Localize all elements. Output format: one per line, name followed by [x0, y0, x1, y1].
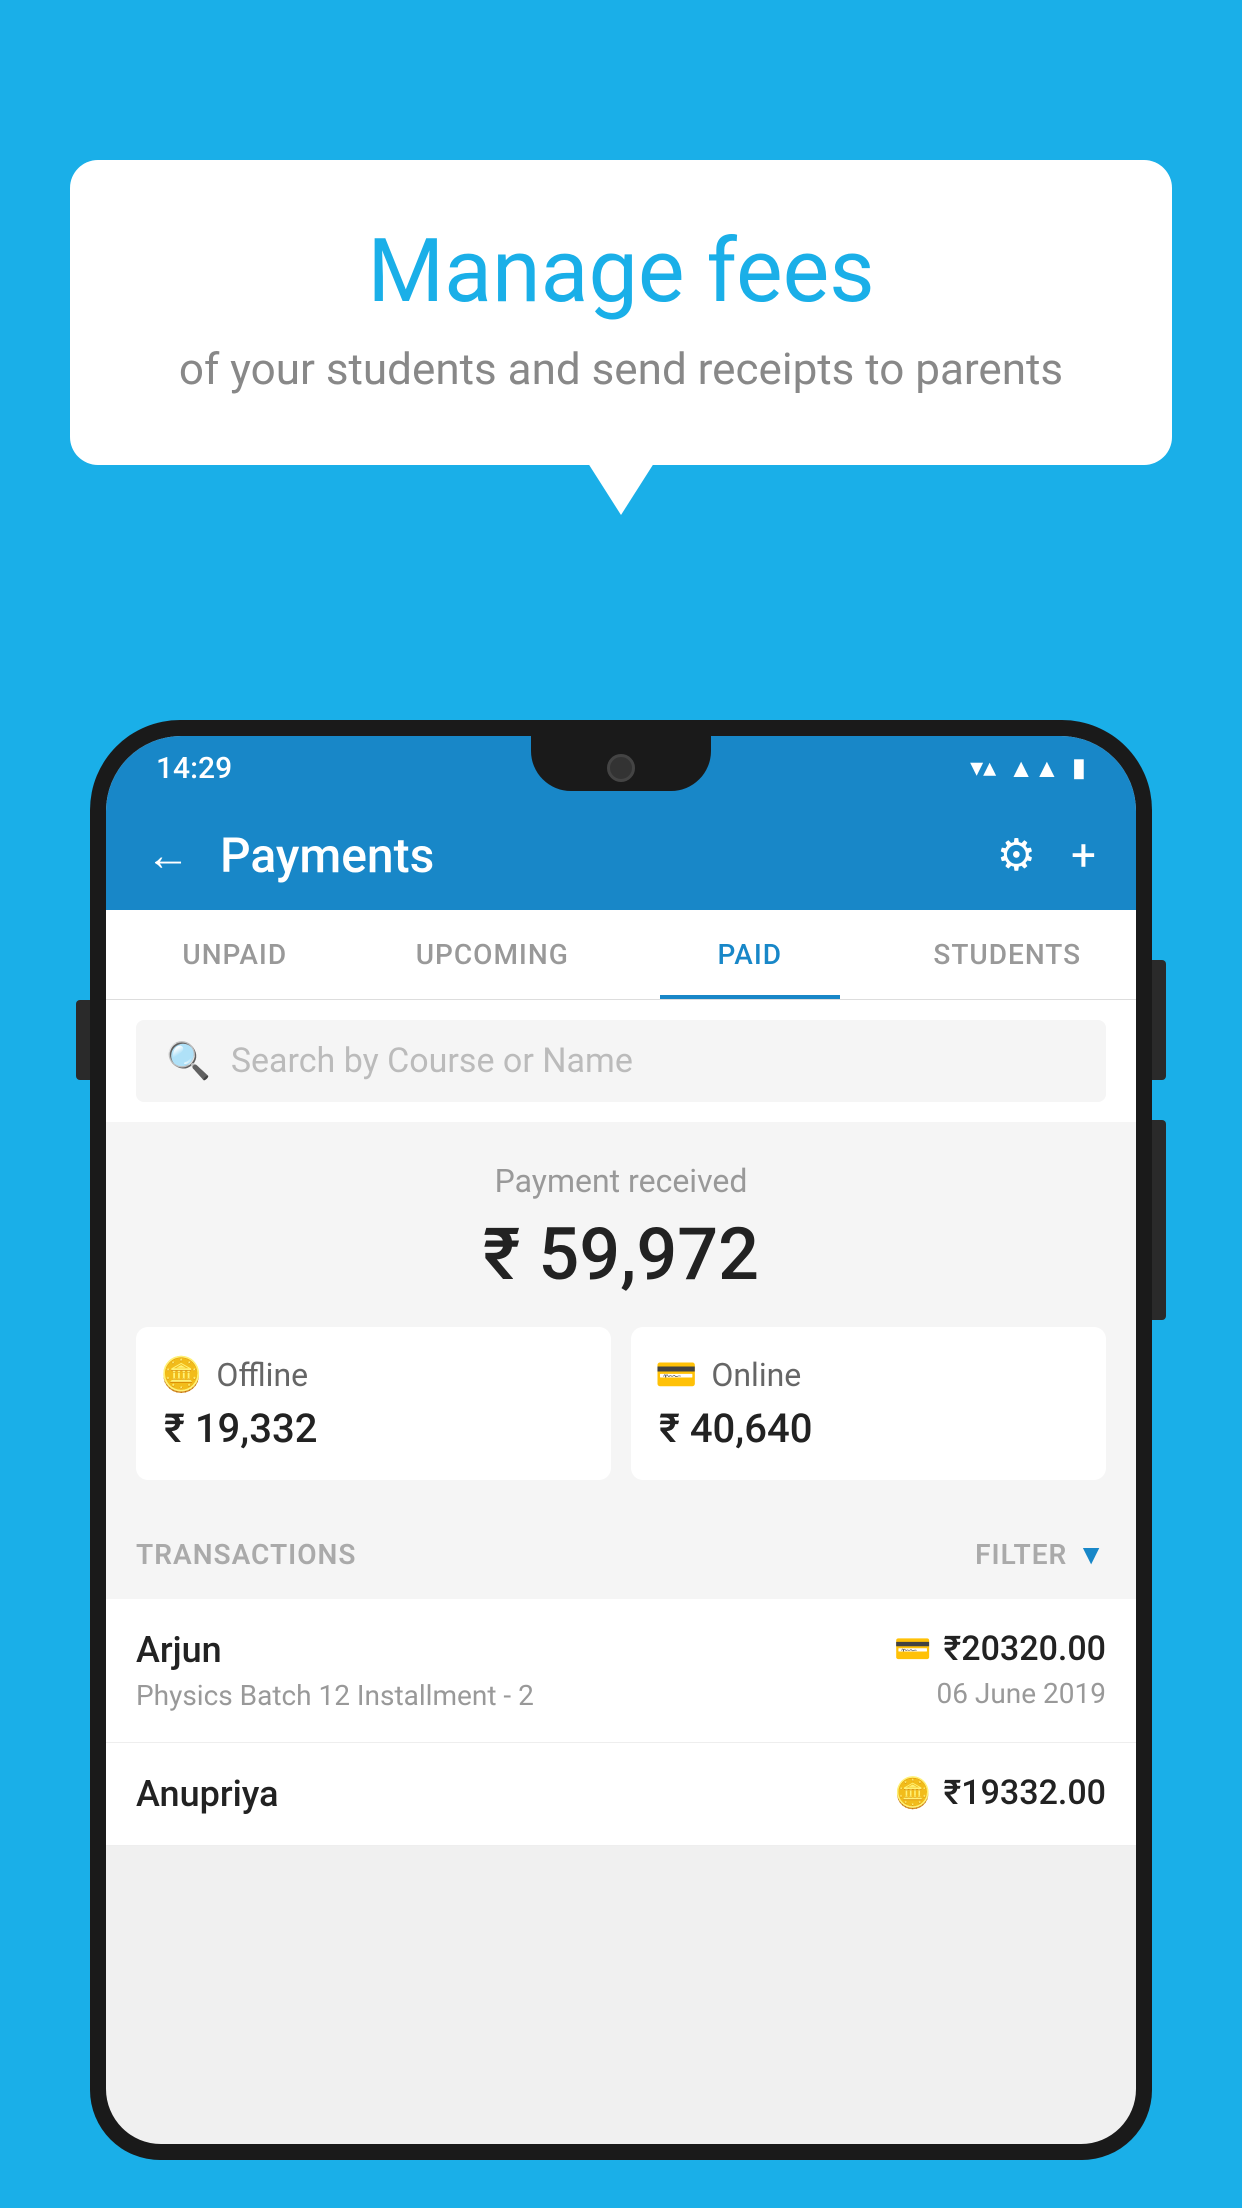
search-icon: 🔍: [166, 1040, 211, 1082]
battery-icon: ▮: [1072, 753, 1086, 783]
app-bar-left: ← Payments: [146, 827, 434, 884]
card-payment-icon: 💳: [894, 1632, 931, 1667]
speech-bubble: Manage fees of your students and send re…: [70, 160, 1172, 465]
transaction-name: Arjun: [136, 1629, 534, 1671]
wifi-icon: ▾▴: [970, 753, 996, 783]
tab-paid[interactable]: PAID: [621, 910, 879, 999]
transactions-label: TRANSACTIONS: [136, 1538, 356, 1571]
front-camera: [607, 754, 635, 782]
offline-icon: 🪙: [160, 1355, 202, 1395]
offline-label: Offline: [216, 1356, 308, 1394]
offline-card: 🪙 Offline ₹ 19,332: [136, 1327, 611, 1480]
filter-label: FILTER: [975, 1538, 1067, 1571]
search-bar[interactable]: 🔍 Search by Course or Name: [136, 1020, 1106, 1102]
payment-total-amount: ₹ 59,972: [136, 1212, 1106, 1297]
transaction-row-anupriya[interactable]: Anupriya 🪙 ₹19332.00: [106, 1743, 1136, 1846]
online-card: 💳 Online ₹ 40,640: [631, 1327, 1106, 1480]
phone-notch: [531, 736, 711, 791]
phone-mockup: 14:29 ▾▴ ▲▲ ▮ ← Payments ⚙ +: [90, 720, 1152, 2208]
payment-received-label: Payment received: [136, 1162, 1106, 1200]
power-button: [1152, 960, 1166, 1080]
transaction-name-2: Anupriya: [136, 1773, 279, 1815]
transaction-left-2: Anupriya: [136, 1773, 279, 1815]
transaction-amount: ₹20320.00: [944, 1629, 1106, 1669]
bubble-subtitle: of your students and send receipts to pa…: [140, 343, 1102, 395]
filter-icon: ▼: [1077, 1538, 1106, 1571]
transaction-row-arjun[interactable]: Arjun Physics Batch 12 Installment - 2 💳…: [106, 1599, 1136, 1743]
transaction-amount-2: ₹19332.00: [944, 1773, 1106, 1813]
transaction-date: 06 June 2019: [936, 1677, 1106, 1710]
tab-unpaid[interactable]: UNPAID: [106, 910, 364, 999]
transactions-header: TRANSACTIONS FILTER ▼: [106, 1510, 1136, 1599]
volume-button-right: [1152, 1120, 1166, 1320]
tabs-container: UNPAID UPCOMING PAID STUDENTS: [106, 910, 1136, 1000]
offline-amount: ₹ 19,332: [160, 1405, 317, 1452]
cash-payment-icon: 🪙: [894, 1776, 931, 1811]
tab-upcoming[interactable]: UPCOMING: [364, 910, 622, 999]
bubble-title: Manage fees: [140, 220, 1102, 323]
page-title: Payments: [220, 827, 434, 884]
back-button[interactable]: ←: [146, 829, 190, 881]
search-input[interactable]: Search by Course or Name: [231, 1041, 633, 1081]
transaction-detail: Physics Batch 12 Installment - 2: [136, 1679, 534, 1712]
volume-button: [76, 1000, 90, 1080]
speech-bubble-container: Manage fees of your students and send re…: [70, 160, 1172, 465]
phone-screen: 14:29 ▾▴ ▲▲ ▮ ← Payments ⚙ +: [106, 736, 1136, 2144]
app-bar-right: ⚙ +: [997, 829, 1096, 881]
filter-button[interactable]: FILTER ▼: [975, 1538, 1106, 1571]
settings-icon[interactable]: ⚙: [997, 829, 1036, 881]
online-label: Online: [711, 1356, 801, 1394]
tab-students[interactable]: STUDENTS: [879, 910, 1137, 999]
status-time: 14:29: [156, 751, 232, 786]
transaction-left: Arjun Physics Batch 12 Installment - 2: [136, 1629, 534, 1712]
transaction-right-2: 🪙 ₹19332.00: [894, 1773, 1106, 1813]
add-icon[interactable]: +: [1071, 829, 1096, 881]
transaction-right: 💳 ₹20320.00 06 June 2019: [894, 1629, 1106, 1710]
status-icons: ▾▴ ▲▲ ▮: [970, 753, 1086, 784]
search-container: 🔍 Search by Course or Name: [106, 1000, 1136, 1122]
online-amount: ₹ 40,640: [655, 1405, 812, 1452]
online-icon: 💳: [655, 1355, 697, 1395]
app-bar: ← Payments ⚙ +: [106, 800, 1136, 910]
payment-summary: Payment received ₹ 59,972 🪙 Offline ₹ 19…: [106, 1122, 1136, 1510]
signal-icon: ▲▲: [1008, 753, 1059, 784]
payment-cards: 🪙 Offline ₹ 19,332 💳 Online ₹ 40,640: [136, 1327, 1106, 1480]
